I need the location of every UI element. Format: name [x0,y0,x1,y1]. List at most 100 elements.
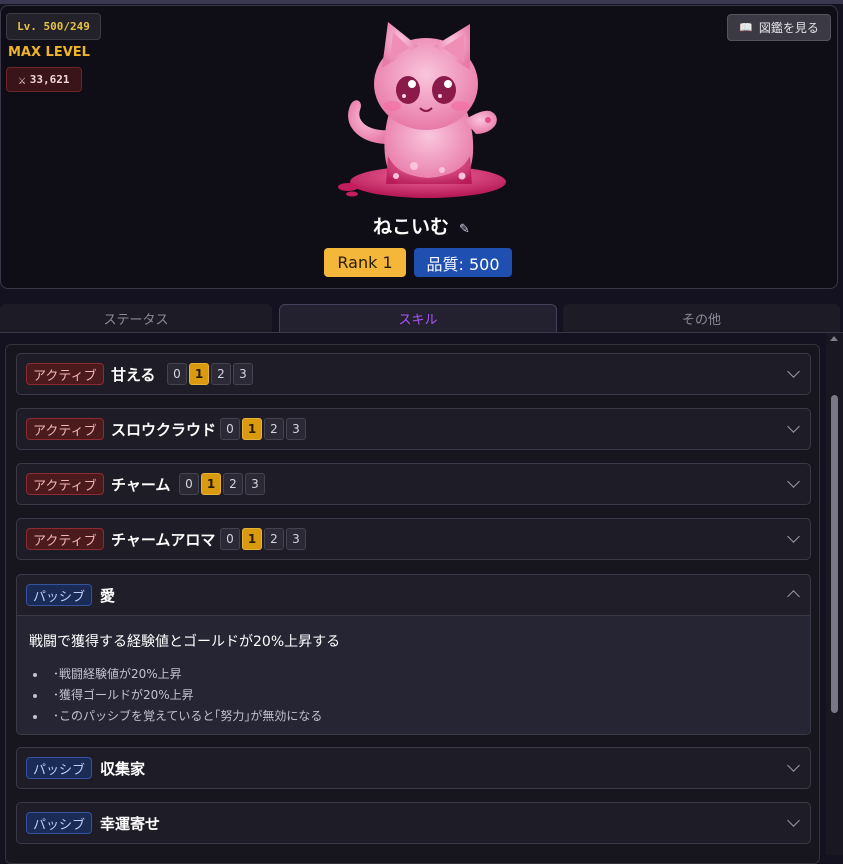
bullet-icon [33,672,37,677]
slime-drop [338,183,358,191]
skill-detail-item: ･獲得ゴールドが20%上昇 [33,686,194,703]
skill-level-option[interactable]: 0 [220,418,240,440]
skill-header[interactable]: アクティブ チャーム 0 1 2 3 [17,464,810,504]
skill-name: 甘える [111,366,156,384]
skill-item-amaeru[interactable]: アクティブ 甘える 0 1 2 3 [16,353,811,395]
skill-item-slow-cloud[interactable]: アクティブ スロウクラウド 0 1 2 3 [16,408,811,450]
slime-spot [393,173,399,179]
skill-item-charm-aroma[interactable]: アクティブ チャームアロマ 0 1 2 3 [16,518,811,560]
pet-portrait [338,22,506,198]
skill-header[interactable]: アクティブ スロウクラウド 0 1 2 3 [17,409,810,449]
skill-detail-text: ･戦闘経験値が20%上昇 [53,667,182,681]
slime-drop [346,191,358,197]
eye-shine-left [408,80,416,88]
skill-level-option[interactable]: 3 [233,363,253,385]
skill-type-badge: パッシブ [26,812,93,834]
tab-skills[interactable]: スキル [279,304,557,332]
chevron-down-icon[interactable] [787,420,800,433]
combat-power-value: 33,621 [29,73,70,86]
scrollbar-thumb[interactable] [831,395,838,713]
skill-type-badge: アクティブ [26,418,104,440]
skill-level-option-selected[interactable]: 1 [242,418,262,440]
chevron-down-icon[interactable] [787,759,800,772]
skill-type-badge: パッシブ [26,584,93,606]
skill-level-option-selected[interactable]: 1 [189,363,209,385]
eye-sparkle-right [438,94,442,98]
view-dex-button[interactable]: 📖 図鑑を見る [727,14,831,41]
skill-item-charm[interactable]: アクティブ チャーム 0 1 2 3 [16,463,811,505]
skill-name: チャーム [111,476,171,494]
slime-spot [458,172,466,180]
skill-description: 戦闘で獲得する経験値とゴールドが20%上昇する [29,634,341,650]
skill-level-option[interactable]: 3 [286,528,306,550]
skill-header[interactable]: パッシブ 幸運寄せ [17,803,810,843]
skill-name: 収集家 [100,760,146,778]
max-level-label: MAX LEVEL [8,45,90,60]
skill-level-option[interactable]: 3 [245,473,265,495]
skill-type-badge: アクティブ [26,528,104,550]
skill-level-selector: 0 1 2 3 [179,473,265,495]
skill-level-option-selected[interactable]: 1 [201,473,221,495]
skill-detail-panel: 戦闘で獲得する経験値とゴールドが20%上昇する ･戦闘経験値が20%上昇 ･獲得… [17,615,810,734]
chevron-up-icon[interactable] [787,590,800,603]
quality-badge: 品質: 500 [414,248,512,277]
pet-name-row: ねこいむ ✎ [0,212,843,239]
skill-name: 幸運寄せ [100,815,161,833]
skill-type-badge: パッシブ [26,757,93,779]
bullet-icon [33,693,37,698]
skill-header[interactable]: アクティブ 甘える 0 1 2 3 [17,354,810,394]
skill-name: 愛 [100,587,116,605]
skill-level-selector: 0 1 2 3 [220,528,306,550]
skill-level-option[interactable]: 0 [220,528,240,550]
skill-type-badge: アクティブ [26,473,104,495]
tab-other[interactable]: その他 [563,304,840,332]
chevron-down-icon[interactable] [787,475,800,488]
view-dex-label: 図鑑を見る [758,21,819,35]
book-icon: 📖 [739,21,753,34]
skill-level-option[interactable]: 2 [211,363,231,385]
skill-level-option[interactable]: 0 [179,473,199,495]
skill-name: スロウクラウド [111,421,217,439]
paw-pad [485,117,491,123]
rank-badge: Rank 1 [324,248,406,277]
skill-header[interactable]: アクティブ チャームアロマ 0 1 2 3 [17,519,810,559]
skill-name: チャームアロマ [111,531,216,549]
eye-shine-right [444,80,452,88]
skill-detail-text: ･このパッシブを覚えていると｢努力｣が無効になる [53,709,323,723]
chevron-down-icon[interactable] [787,814,800,827]
skill-level-option[interactable]: 2 [223,473,243,495]
skill-header[interactable]: パッシブ 収集家 [17,748,810,788]
pet-name: ねこいむ [373,216,450,238]
edit-icon[interactable]: ✎ [459,222,470,237]
skill-level-option[interactable]: 2 [264,528,284,550]
skill-header[interactable]: パッシブ 愛 [17,575,810,615]
skill-detail-item: ･戦闘経験値が20%上昇 [33,665,182,682]
tab-divider [0,332,843,333]
blush-right [451,101,469,111]
skill-item-collector[interactable]: パッシブ 収集家 [16,747,811,789]
scrollbar[interactable] [826,333,843,855]
skill-level-option-selected[interactable]: 1 [242,528,262,550]
skill-type-badge: アクティブ [26,363,104,385]
tab-status[interactable]: ステータス [0,304,272,332]
combat-power-badge: ⚔ 33,621 [6,67,82,92]
level-badge: Lv. 500/249 [6,13,101,40]
slime-spot [439,167,445,173]
chevron-down-icon[interactable] [787,365,800,378]
slime-spot [410,162,418,170]
crossed-swords-icon: ⚔ [18,72,26,87]
skill-level-selector: 0 1 2 3 [167,363,253,385]
scroll-up-icon[interactable] [830,336,838,341]
skill-level-selector: 0 1 2 3 [220,418,306,440]
bullet-icon [33,714,37,719]
chevron-down-icon[interactable] [787,530,800,543]
skill-level-option[interactable]: 0 [167,363,187,385]
skill-level-option[interactable]: 2 [264,418,284,440]
skill-level-option[interactable]: 3 [286,418,306,440]
top-border [0,0,843,4]
skill-detail-text: ･獲得ゴールドが20%上昇 [53,688,194,702]
skill-item-ai[interactable]: パッシブ 愛 戦闘で獲得する経験値とゴールドが20%上昇する ･戦闘経験値が20… [16,574,811,735]
skill-item-lucky-charm[interactable]: パッシブ 幸運寄せ [16,802,811,844]
skill-detail-item: ･このパッシブを覚えていると｢努力｣が無効になる [33,707,322,724]
eye-right [432,76,456,104]
